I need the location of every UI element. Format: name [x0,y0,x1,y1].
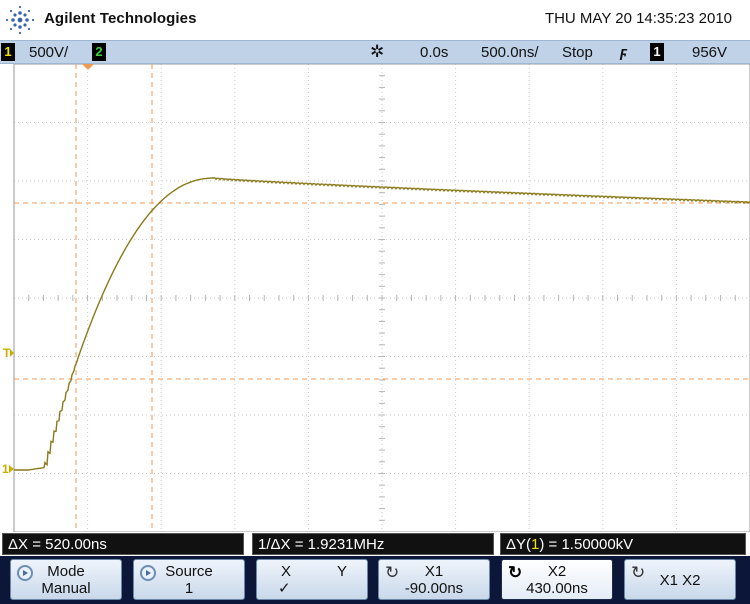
waveform-display[interactable]: T 1 [0,63,750,533]
check-icon: ✓ [278,580,291,597]
channel-1-ground-marker[interactable]: 1 [2,462,14,476]
delta-y-value: ) = 1.50000kV [539,536,634,553]
trigger-level: 956V [692,44,728,61]
run-state: Stop [562,44,593,61]
trigger-slope-icon: ϝ [620,44,628,61]
softkey-bar: Mode Manual Source 1 X Y ✓ ↻ X1 -90.00ns… [0,556,750,604]
x2-value: 430.00ns [526,580,588,597]
mode-softkey[interactable]: Mode Manual [10,559,122,600]
svg-text:T: T [3,346,11,360]
x1-value: -90.00ns [404,580,464,597]
mode-value: Manual [41,580,91,597]
trigger-level-marker[interactable]: T [3,346,14,360]
x2-softkey[interactable]: ↻ X2 430.00ns [501,559,613,600]
mode-title: Mode [47,563,85,580]
status-bar: 1 500V/ 2 ✲ 0.0s 500.0ns/ Stop ϝ 1 956V [0,40,750,64]
channel-1-indicator[interactable]: 1 [1,43,15,61]
source-softkey[interactable]: Source 1 [133,559,245,600]
xy-softkey[interactable]: X Y ✓ [256,559,368,600]
y-option: Y [337,563,348,580]
x1x2-softkey[interactable]: ↻ X1 X2 [624,559,736,600]
brand-name: Agilent Technologies [44,10,197,27]
date-time: THU MAY 20 14:35:23 2010 [544,10,732,27]
title-bar: Agilent Technologies THU MAY 20 14:35:23… [0,0,750,40]
delta-x-readout: ΔX = 520.00ns [2,533,244,555]
inverse-delta-x-readout: 1/ΔX = 1.9231MHz [252,533,494,555]
x1x2-label: X1 X2 [659,572,701,589]
channel-1-scale: 500V/ [29,44,69,61]
x1-softkey[interactable]: ↻ X1 -90.00ns [378,559,490,600]
source-title: Source [165,563,213,580]
x2-title: X2 [547,563,567,580]
channel-2-indicator[interactable]: 2 [92,43,106,61]
sun-icon: ✲ [370,42,385,61]
time-scale: 500.0ns/ [481,44,539,61]
svg-text:1: 1 [2,462,9,476]
time-offset: 0.0s [420,44,449,61]
x-option: X [281,563,292,580]
trigger-source: 1 [650,43,664,61]
source-value: 1 [184,580,194,597]
delta-y-readout: ΔY(1) = 1.50000kV [500,533,746,555]
agilent-spark-logo [5,5,35,35]
x1-title: X1 [424,563,444,580]
delta-y-prefix: ΔY( [506,536,532,553]
graticule: T 1 [2,63,750,533]
